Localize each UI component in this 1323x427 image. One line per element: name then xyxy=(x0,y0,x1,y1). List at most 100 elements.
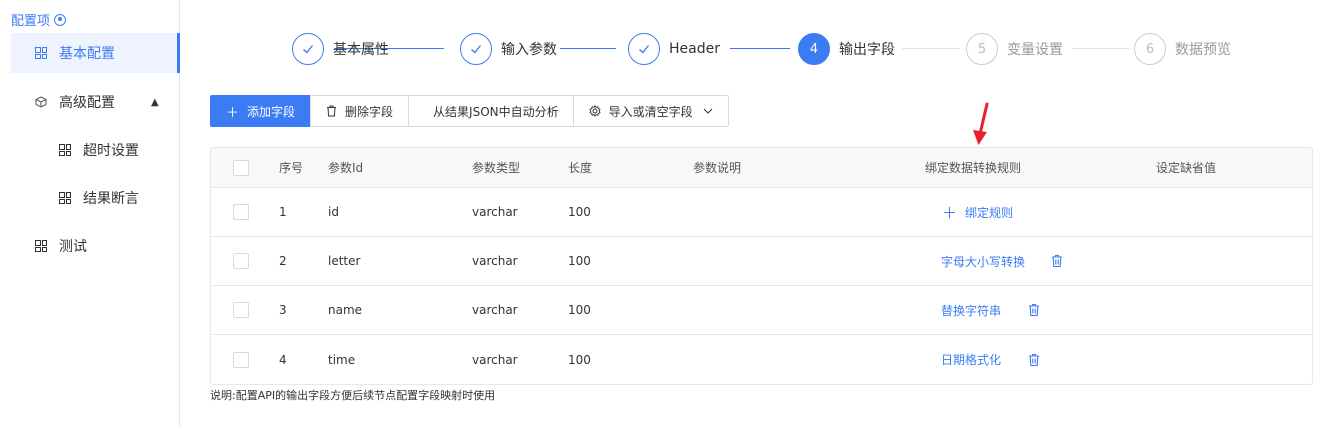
grid-icon xyxy=(59,144,71,156)
sidebar-item-assertion[interactable]: 结果断言 xyxy=(59,178,174,218)
add-field-button[interactable]: ＋ 添加字段 xyxy=(210,95,312,127)
cell-type: varchar xyxy=(472,352,518,367)
table-row: 3 name varchar 100 替换字符串 xyxy=(211,286,1312,335)
col-header-length: 长度 xyxy=(568,161,593,175)
trash-icon xyxy=(1052,254,1062,268)
target-icon[interactable] xyxy=(54,13,67,26)
cell-length: 100 xyxy=(568,254,591,268)
cell-length: 100 xyxy=(568,303,591,317)
rule-link[interactable]: 日期格式化 xyxy=(941,335,1001,384)
cell-id: name xyxy=(328,303,363,317)
auto-analyze-button[interactable]: 从结果JSON中自动分析 xyxy=(408,95,574,127)
sidebar-title[interactable]: 配置项 xyxy=(11,10,67,29)
step-2[interactable]: 输入参数 xyxy=(460,32,557,66)
table-row: 2 letter varchar 100 字母大小写转换 xyxy=(211,237,1312,286)
delete-rule-button[interactable] xyxy=(1027,335,1041,384)
cell-length: 100 xyxy=(568,205,591,219)
row-checkbox[interactable] xyxy=(233,237,249,285)
sidebar-title-label: 配置项 xyxy=(11,14,51,29)
sidebar-item-test[interactable]: 测试 xyxy=(35,226,175,266)
trash-icon xyxy=(1029,353,1039,366)
footer-note: 说明:配置API的输出字段方便后续节点配置字段映射时使用 xyxy=(210,389,496,402)
step-connector xyxy=(560,48,616,49)
trash-icon xyxy=(1029,303,1039,317)
table-row: 4 time varchar 100 日期格式化 xyxy=(211,335,1312,384)
step-number: 6 xyxy=(1134,33,1166,65)
sidebar-item-label: 超时设置 xyxy=(83,143,139,159)
select-all-checkbox[interactable] xyxy=(233,148,249,187)
step-label: 输出字段 xyxy=(839,42,895,58)
cell-type: varchar xyxy=(472,205,518,219)
sidebar-item-basic-config[interactable]: 基本配置 xyxy=(11,33,180,73)
cell-type: varchar xyxy=(472,303,518,317)
grid-icon xyxy=(35,240,47,252)
bind-rule-label: 绑定规则 xyxy=(965,205,1014,220)
delete-rule-button[interactable] xyxy=(1050,237,1064,285)
grid-icon xyxy=(59,192,71,204)
delete-rule-button[interactable] xyxy=(1027,286,1041,334)
col-header-index: 序号 xyxy=(279,161,304,175)
plus-icon: ＋ xyxy=(226,105,240,121)
add-field-label: 添加字段 xyxy=(247,104,296,119)
step-5[interactable]: 5 变量设置 xyxy=(966,32,1063,66)
row-checkbox[interactable] xyxy=(233,286,249,334)
col-header-id: 参数Id xyxy=(328,161,364,175)
step-3[interactable]: Header xyxy=(628,32,720,66)
rule-link[interactable]: 替换字符串 xyxy=(941,286,1001,334)
col-header-rule: 绑定数据转换规则 xyxy=(925,161,1022,175)
step-label: 基本属性 xyxy=(333,42,389,58)
step-number: 4 xyxy=(798,33,830,65)
sidebar-item-label: 基本配置 xyxy=(59,46,115,62)
step-label: 变量设置 xyxy=(1007,42,1063,58)
step-6[interactable]: 6 数据预览 xyxy=(1134,32,1231,66)
cell-id: id xyxy=(328,205,339,219)
cube-icon xyxy=(35,96,47,108)
step-label: 输入参数 xyxy=(501,42,557,58)
check-icon xyxy=(460,33,492,65)
cell-index: 3 xyxy=(279,303,287,317)
row-checkbox[interactable] xyxy=(233,188,249,236)
step-label: Header xyxy=(669,41,720,57)
col-header-desc: 参数说明 xyxy=(693,161,742,175)
sidebar-item-label: 结果断言 xyxy=(83,191,139,207)
cell-index: 2 xyxy=(279,254,287,268)
table-header: 序号 参数Id 参数类型 长度 参数说明 绑定数据转换规则 设定缺省值 xyxy=(211,148,1312,188)
plus-icon: ＋ xyxy=(942,203,958,222)
step-connector xyxy=(1072,48,1130,49)
step-connector xyxy=(902,48,960,49)
step-1[interactable]: 基本属性 xyxy=(292,32,389,66)
rule-link[interactable]: 字母大小写转换 xyxy=(941,237,1025,285)
cell-length: 100 xyxy=(568,352,591,367)
import-clear-label: 导入或清空字段 xyxy=(608,104,693,119)
sidebar-item-advanced-config[interactable]: 高级配置 ▲ xyxy=(35,82,175,122)
step-number: 5 xyxy=(966,33,998,65)
chevron-down-icon xyxy=(703,108,713,114)
delete-field-button[interactable]: 删除字段 xyxy=(310,95,410,127)
step-connector xyxy=(730,48,790,49)
bind-rule-button[interactable]: ＋ 绑定规则 xyxy=(942,188,1013,236)
delete-field-label: 删除字段 xyxy=(345,104,394,119)
cell-id: letter xyxy=(328,254,361,268)
sidebar-item-label: 测试 xyxy=(59,239,87,255)
table-row: 1 id varchar 100 ＋ 绑定规则 xyxy=(211,188,1312,237)
trash-icon xyxy=(327,105,337,117)
cell-index: 1 xyxy=(279,205,287,219)
cell-type: varchar xyxy=(472,254,518,268)
import-clear-button[interactable]: 导入或清空字段 xyxy=(572,95,729,127)
step-label: 数据预览 xyxy=(1175,42,1231,58)
check-icon xyxy=(628,33,660,65)
row-checkbox[interactable] xyxy=(233,335,249,384)
auto-analyze-label: 从结果JSON中自动分析 xyxy=(433,104,559,119)
cell-id: time xyxy=(328,352,356,367)
sidebar-item-timeout[interactable]: 超时设置 xyxy=(59,130,174,170)
toolbar: ＋ 添加字段 删除字段 从结果JSON中自动分析 导入或清空字段 xyxy=(210,95,729,127)
gear-icon xyxy=(589,105,601,117)
col-header-default: 设定缺省值 xyxy=(1156,161,1217,175)
chevron-up-icon[interactable]: ▲ xyxy=(151,97,159,108)
check-icon xyxy=(292,33,324,65)
sidebar: 配置项 基本配置 高级配置 ▲ 超时设置 结果断言 测试 xyxy=(0,0,180,427)
arrow-down-icon xyxy=(973,102,989,145)
grid-icon xyxy=(35,47,47,59)
step-4[interactable]: 4 输出字段 xyxy=(798,32,895,66)
cell-index: 4 xyxy=(279,352,287,367)
